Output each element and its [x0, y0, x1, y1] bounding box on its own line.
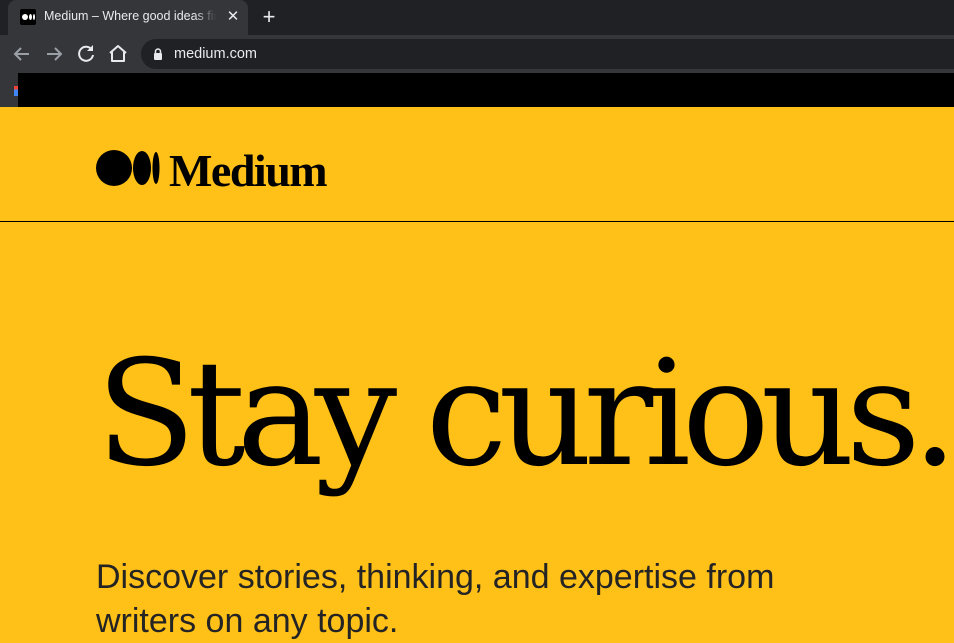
logo-wordmark: Medium: [169, 145, 328, 196]
hero-subtitle: Discover stories, thinking, and expertis…: [96, 558, 775, 640]
forward-arrow-icon[interactable]: [42, 42, 66, 66]
new-tab-plus-icon[interactable]: +: [257, 5, 281, 29]
hero-title: Stay curious.: [96, 329, 954, 499]
medium-favicon-icon: [20, 9, 36, 25]
back-arrow-icon[interactable]: [10, 42, 34, 66]
browser-tab-strip: Medium – Where good ideas find you. ✕ +: [0, 0, 954, 35]
medium-logo-mark-icon: [96, 150, 160, 186]
browser-toolbar: medium.com: [0, 35, 954, 73]
page-content: Medium Stay curious. Discover stories, t…: [0, 107, 954, 640]
home-icon[interactable]: [106, 42, 130, 66]
site-header: Medium: [0, 107, 954, 222]
url-text: medium.com: [174, 46, 257, 62]
reload-icon[interactable]: [74, 42, 98, 66]
tab-title: Medium – Where good ideas find you.: [44, 9, 216, 27]
address-bar[interactable]: medium.com: [141, 39, 954, 69]
close-icon[interactable]: ✕: [224, 8, 242, 26]
redacted-bookmarks-area: [18, 73, 954, 107]
lock-icon[interactable]: [153, 48, 163, 60]
bookmarks-bar: [0, 73, 954, 107]
browser-tab[interactable]: Medium – Where good ideas find you. ✕: [8, 0, 248, 35]
